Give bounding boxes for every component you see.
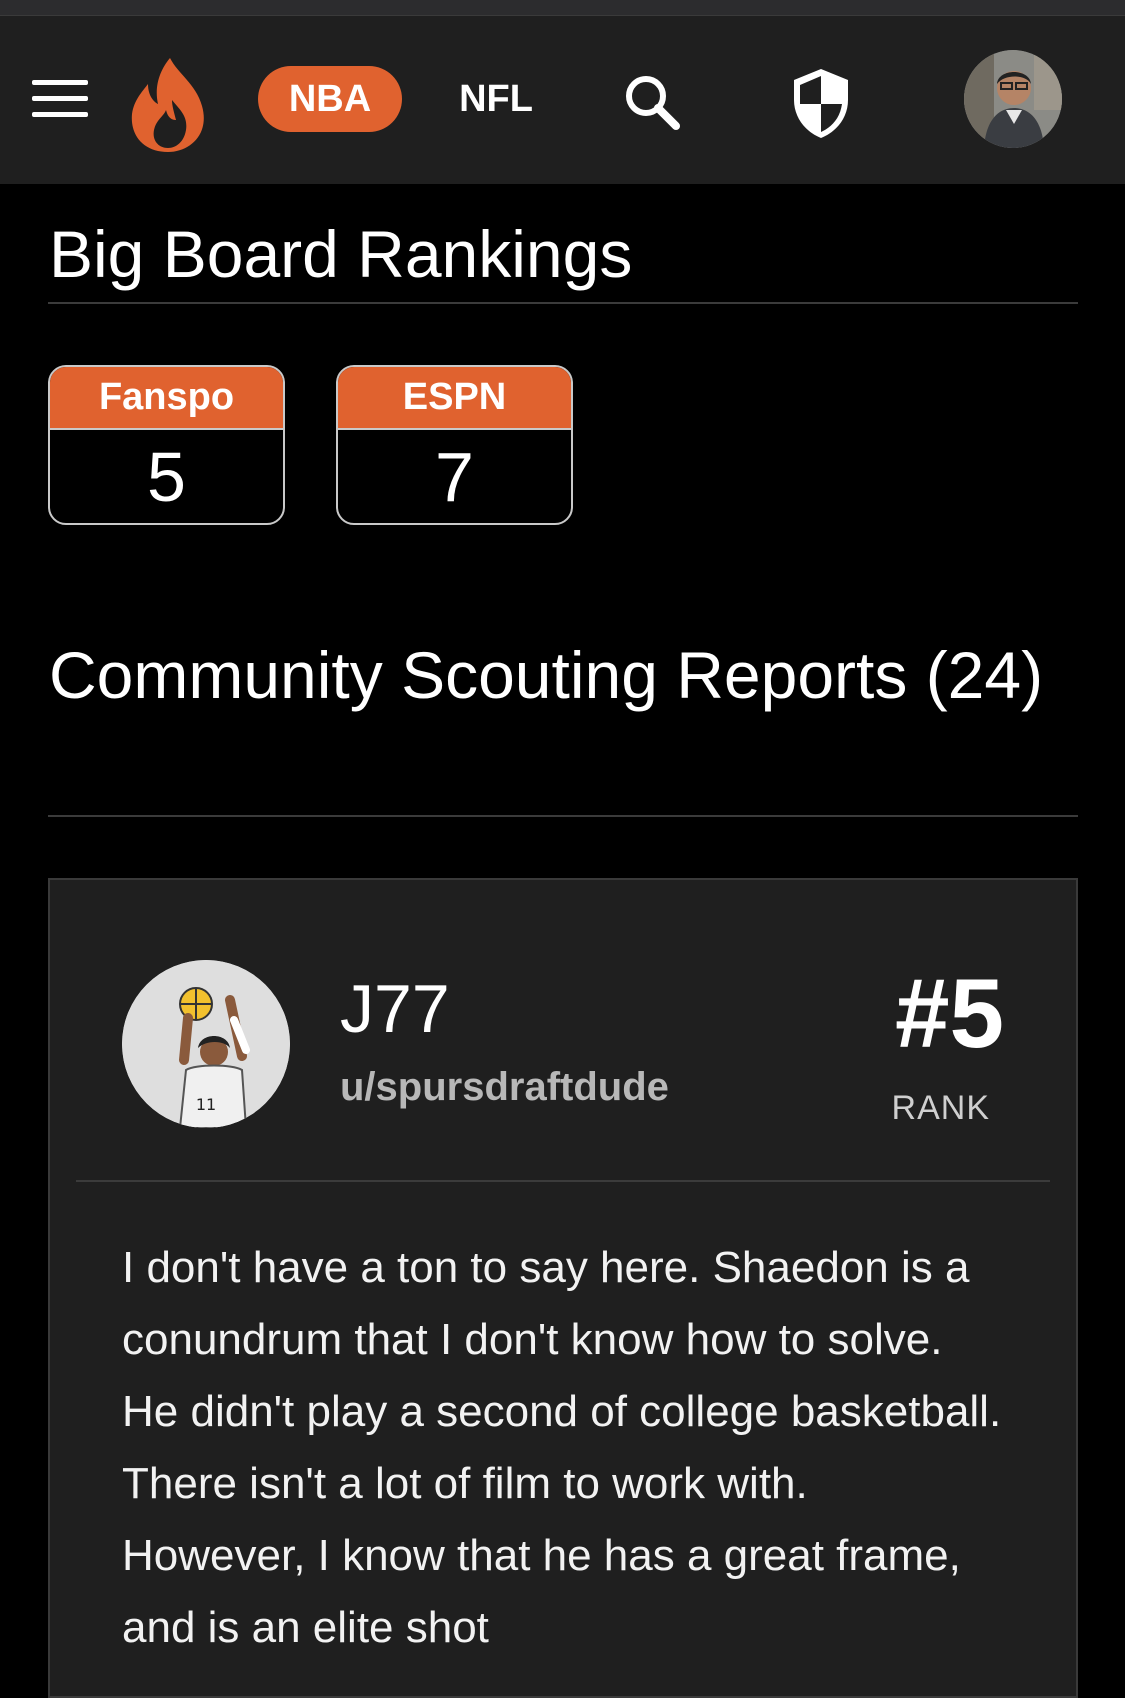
ranking-value: 5	[147, 438, 186, 516]
report-rank-value: #5	[894, 958, 1004, 1068]
ranking-value: 7	[435, 438, 474, 516]
report-title: J77	[340, 971, 450, 1047]
top-navigation-bar: NBA NFL	[0, 15, 1125, 184]
big-board-title: Big Board Rankings	[49, 217, 633, 291]
menu-icon[interactable]	[32, 78, 88, 118]
ranking-source-label: Fanspo	[50, 367, 283, 430]
basketball-player-icon: 11	[122, 960, 290, 1128]
shield-icon[interactable]	[790, 66, 852, 140]
section-divider	[48, 815, 1078, 817]
svg-text:11: 11	[196, 1095, 216, 1114]
ranking-source-label: ESPN	[338, 367, 571, 430]
search-icon[interactable]	[622, 72, 682, 132]
profile-avatar[interactable]	[964, 50, 1062, 148]
flame-logo-icon[interactable]	[126, 56, 212, 154]
profile-photo-icon	[964, 50, 1062, 148]
card-divider	[76, 1180, 1050, 1182]
status-bar	[0, 0, 1125, 15]
scouting-report-card[interactable]: 11 J77 u/spursdraftdude #5 RANK I don't …	[48, 878, 1078, 1698]
ranking-card-espn: ESPN 7	[336, 365, 573, 525]
report-body-text: I don't have a ton to say here. Shaedon …	[122, 1243, 1002, 1652]
report-avatar: 11	[122, 960, 290, 1128]
league-tab-nba[interactable]: NBA	[258, 66, 402, 132]
ranking-card-fanspo: Fanspo 5	[48, 365, 285, 525]
community-reports-title: Community Scouting Reports (24)	[49, 638, 1044, 712]
report-rank-label: RANK	[891, 1089, 990, 1127]
league-tab-nfl[interactable]: NFL	[440, 66, 552, 132]
section-divider	[48, 302, 1078, 304]
report-author-username[interactable]: u/spursdraftdude	[340, 1062, 669, 1112]
